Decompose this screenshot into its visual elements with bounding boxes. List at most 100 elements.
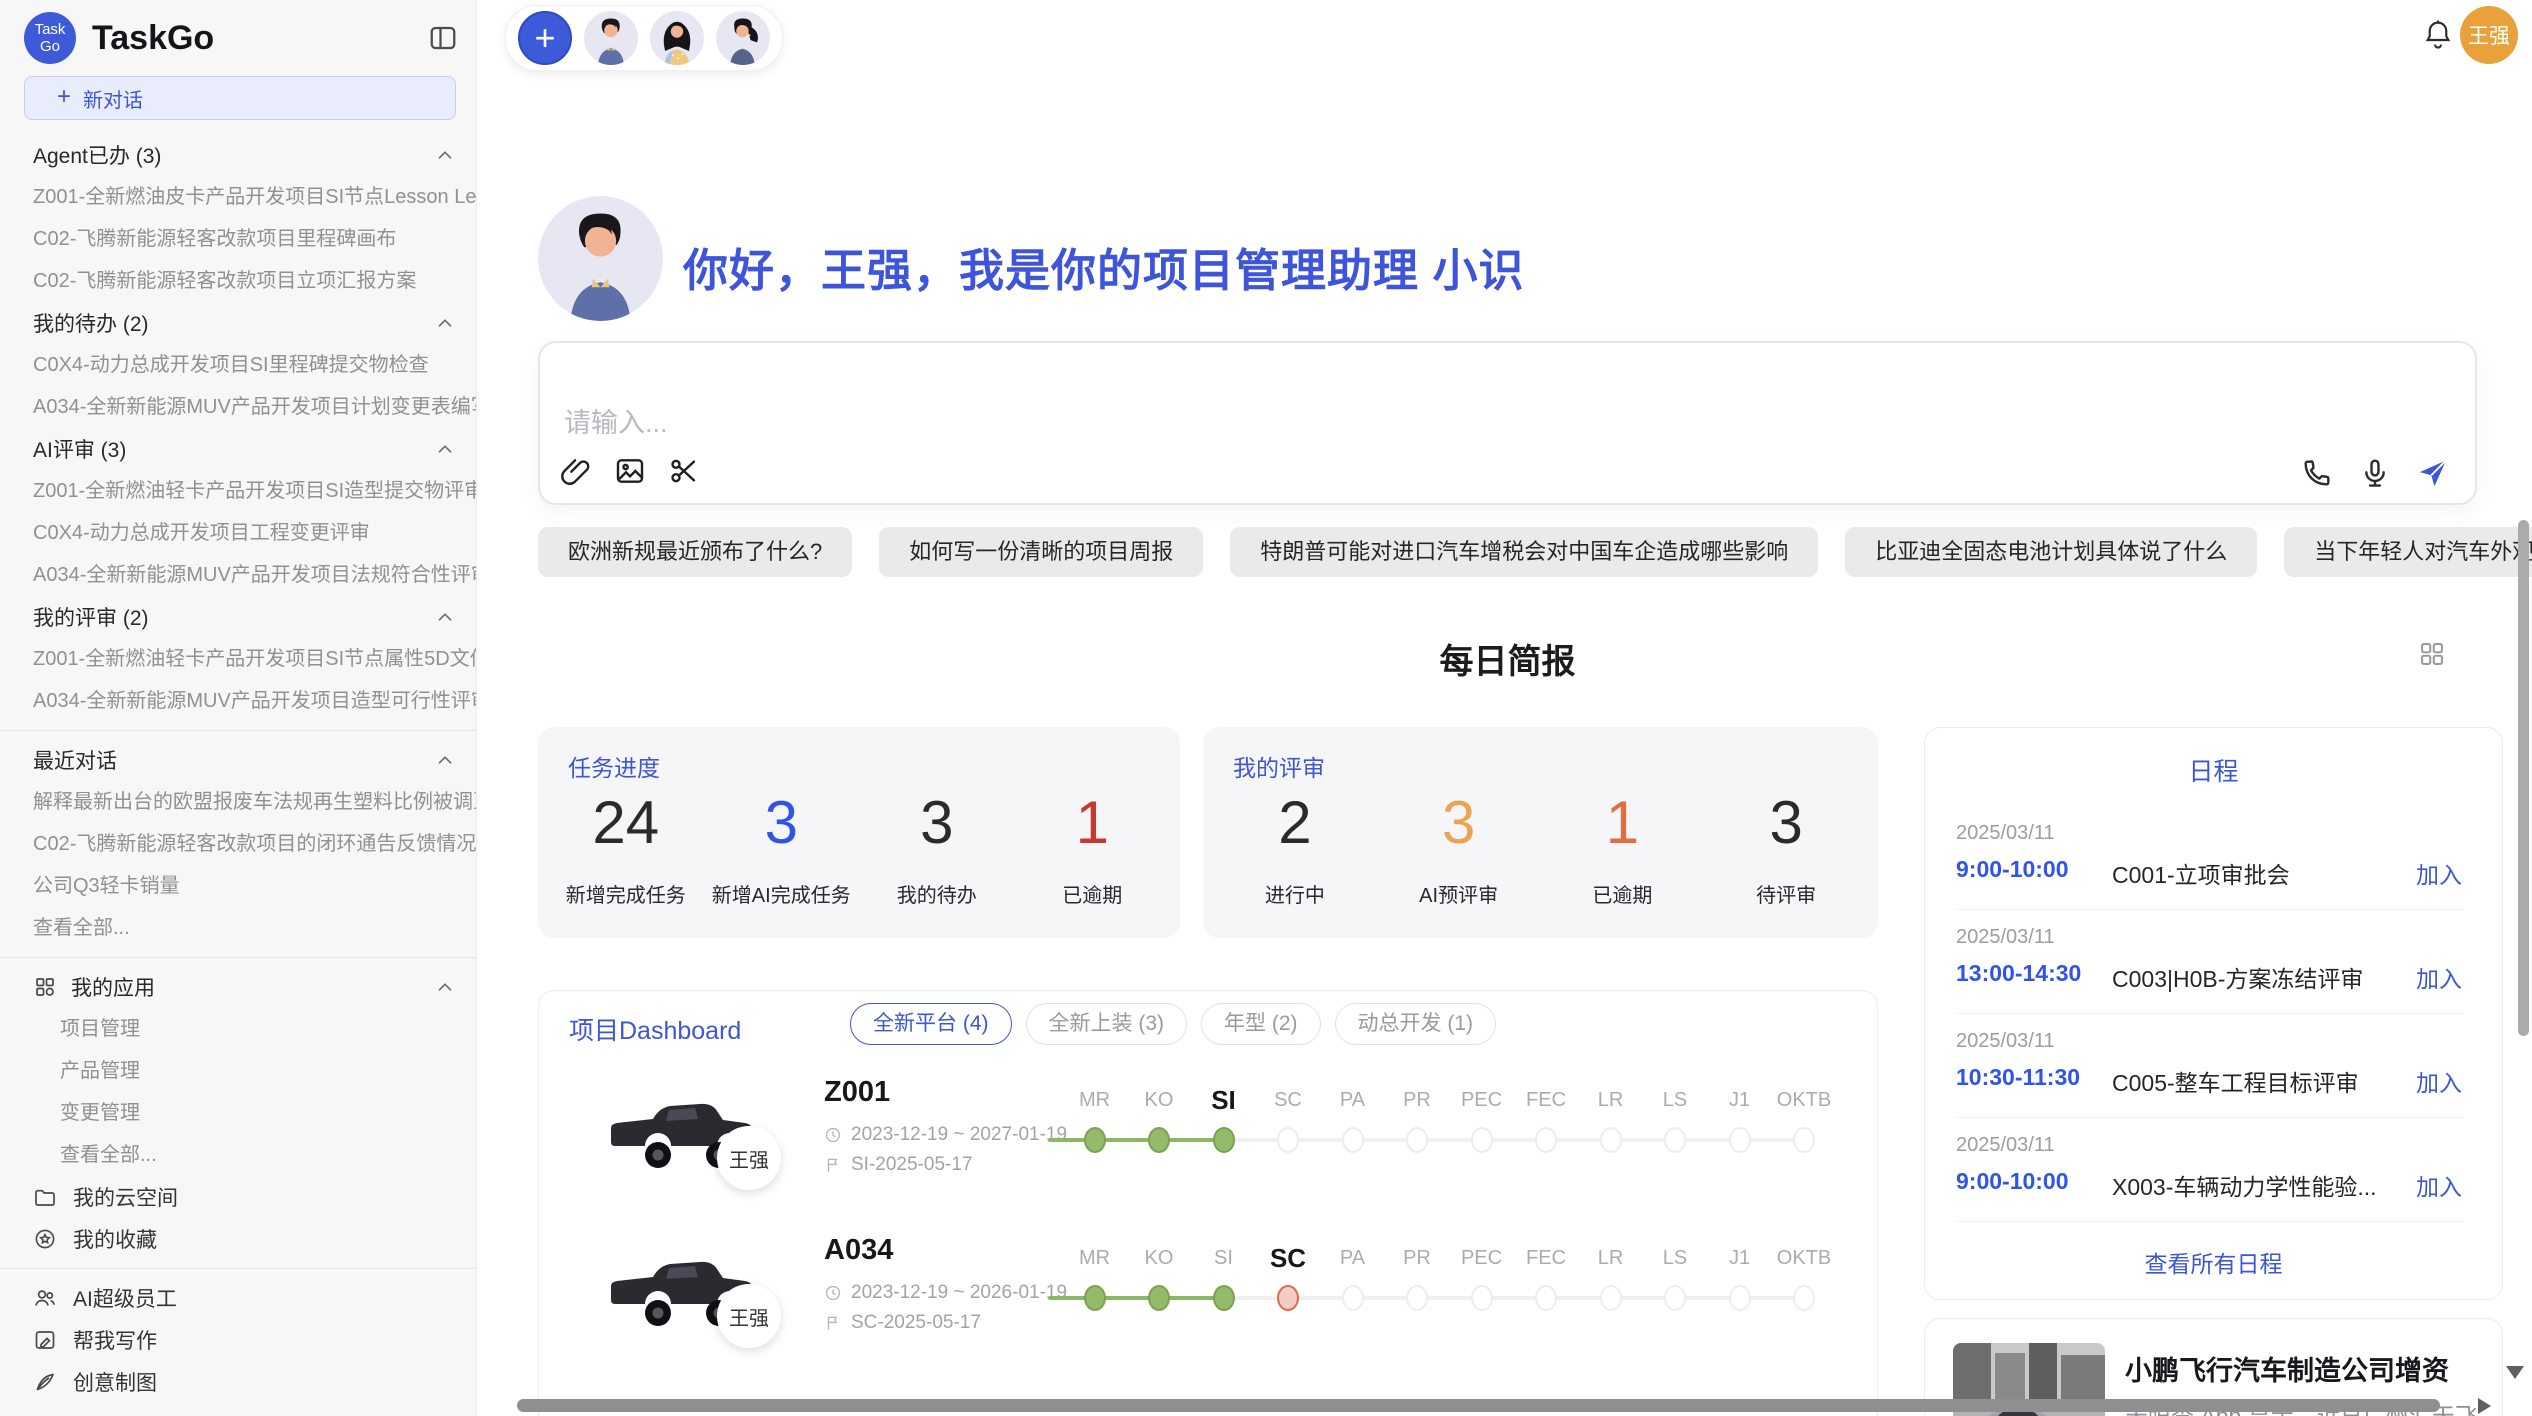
schedule-entry[interactable]: 2025/03/1113:00-14:30C003|H0B-方案冻结评审加入 xyxy=(1956,910,2462,1014)
sidebar-item[interactable]: A034-全新新能源MUV产品开发项目造型可行性评审 xyxy=(0,680,476,722)
milestone[interactable]: MR xyxy=(1062,1234,1127,1274)
milestone[interactable]: PR xyxy=(1385,1234,1450,1274)
suggestion-chip[interactable]: 比亚迪全固态电池计划具体说了什么 xyxy=(1845,527,2257,577)
sidebar-item[interactable]: A034-全新新能源MUV产品开发项目计划变更表编写 xyxy=(0,386,476,428)
milestone[interactable]: LS xyxy=(1643,1234,1708,1274)
sidebar-item[interactable]: C02-飞腾新能源轻客改款项目里程碑画布 xyxy=(0,218,476,260)
sidebar-section-my-todo[interactable]: 我的待办 (2) xyxy=(0,302,476,344)
chevron-up-icon[interactable] xyxy=(434,438,456,460)
sidebar-section-agent-done[interactable]: Agent已办 (3) xyxy=(0,134,476,176)
attachment-icon[interactable] xyxy=(560,455,592,487)
join-meeting-link[interactable]: 加入 xyxy=(2416,960,2462,994)
schedule-entry[interactable]: 2025/03/119:00-10:00C001-立项审批会加入 xyxy=(1956,806,2462,910)
conversation-avatar[interactable] xyxy=(584,11,638,65)
chevron-up-icon[interactable] xyxy=(434,606,456,628)
milestone[interactable]: KO xyxy=(1127,1076,1192,1116)
scroll-right-arrow-icon[interactable] xyxy=(2478,1398,2491,1414)
milestone[interactable]: OKTB xyxy=(1772,1076,1837,1116)
schedule-entry[interactable]: 2025/03/119:00-10:00X003-车辆动力学性能验...加入 xyxy=(1956,1118,2462,1222)
view-all-schedule-link[interactable]: 查看所有日程 xyxy=(1925,1245,2502,1279)
sidebar-item[interactable]: 解释最新出台的欧盟报废车法规再生塑料比例被调至15%... xyxy=(0,781,476,823)
milestone[interactable]: SC xyxy=(1256,1234,1321,1274)
sidebar-item[interactable]: Z001-全新燃油轻卡产品开发项目SI节点属性5D文件评审 xyxy=(0,638,476,680)
sidebar-section-recent[interactable]: 最近对话 xyxy=(0,739,476,781)
sidebar-link-users[interactable]: AI超级员工 xyxy=(0,1277,476,1319)
sidebar-section-my-review[interactable]: 我的评审 (2) xyxy=(0,596,476,638)
send-icon[interactable] xyxy=(2417,457,2449,489)
chevron-up-icon[interactable] xyxy=(434,312,456,334)
sidebar-item[interactable]: 查看全部... xyxy=(0,907,476,949)
sidebar-item[interactable]: C0X4-动力总成开发项目SI里程碑提交物检查 xyxy=(0,344,476,386)
suggestion-chip[interactable]: 欧洲新规最近颁布了什么? xyxy=(538,527,852,577)
suggestion-chip[interactable]: 特朗普可能对进口汽车增税会对中国车企造成哪些影响 xyxy=(1230,527,1818,577)
chevron-up-icon[interactable] xyxy=(434,144,456,166)
project-date-range: 2023-12-19 ~ 2027-01-19 xyxy=(851,1124,1067,1146)
milestone[interactable]: PEC xyxy=(1449,1076,1514,1116)
milestone[interactable]: SI xyxy=(1191,1076,1256,1116)
sidebar-item[interactable]: 公司Q3轻卡销量 xyxy=(0,865,476,907)
schedule-entry[interactable]: 2025/03/1110:30-11:30C005-整车工程目标评审加入 xyxy=(1956,1014,2462,1118)
sidebar-item[interactable]: Z001-全新燃油皮卡产品开发项目SI节点Lesson Learn报告 xyxy=(0,176,476,218)
mic-icon[interactable] xyxy=(2359,457,2391,489)
dashboard-tab[interactable]: 动总开发 (1) xyxy=(1335,1003,1497,1045)
add-conversation-button[interactable]: + xyxy=(518,11,572,65)
conversation-avatar[interactable] xyxy=(650,11,704,65)
suggestion-chip[interactable]: 如何写一份清晰的项目周报 xyxy=(879,527,1203,577)
sidebar-item[interactable]: C02-飞腾新能源轻客改款项目立项汇报方案 xyxy=(0,260,476,302)
sidebar-section-ai-review[interactable]: AI评审 (3) xyxy=(0,428,476,470)
chat-input-box[interactable]: 请输入... xyxy=(538,341,2477,505)
milestone[interactable]: PA xyxy=(1320,1076,1385,1116)
milestone[interactable]: LR xyxy=(1578,1076,1643,1116)
milestone[interactable]: J1 xyxy=(1707,1076,1772,1116)
user-avatar[interactable]: 王强 xyxy=(2460,6,2518,64)
sidebar-link-star[interactable]: 我的收藏 xyxy=(0,1218,476,1260)
milestone[interactable]: PEC xyxy=(1449,1234,1514,1274)
sidebar-item[interactable]: 项目管理 xyxy=(0,1008,476,1050)
sidebar-link-folder[interactable]: 我的云空间 xyxy=(0,1176,476,1218)
sidebar-item[interactable]: A034-全新新能源MUV产品开发项目法规符合性评审 xyxy=(0,554,476,596)
sidebar-link-write[interactable]: 帮我写作 xyxy=(0,1319,476,1361)
sidebar-item[interactable]: Z001-全新燃油轻卡产品开发项目SI造型提交物评审 xyxy=(0,470,476,512)
chevron-up-icon[interactable] xyxy=(434,749,456,771)
sidebar-item[interactable]: 产品管理 xyxy=(0,1050,476,1092)
dashboard-tab[interactable]: 全新上装 (3) xyxy=(1026,1003,1188,1045)
sidebar-link-pen[interactable]: 创意制图 xyxy=(0,1361,476,1403)
scissors-icon[interactable] xyxy=(668,455,700,487)
join-meeting-link[interactable]: 加入 xyxy=(2416,856,2462,890)
milestone[interactable]: FEC xyxy=(1514,1234,1579,1274)
milestone[interactable]: FEC xyxy=(1514,1076,1579,1116)
project-row[interactable]: 王强A0342023-12-19 ~ 2026-01-19SC-2025-05-… xyxy=(539,1234,1877,1392)
chevron-up-icon[interactable] xyxy=(434,976,456,998)
milestone[interactable]: SC xyxy=(1256,1076,1321,1116)
join-meeting-link[interactable]: 加入 xyxy=(2416,1168,2462,1202)
sidebar-section-my-apps[interactable]: 我的应用 xyxy=(0,966,476,1008)
sidebar-item[interactable]: 查看全部... xyxy=(0,1134,476,1176)
dashboard-tab[interactable]: 年型 (2) xyxy=(1201,1003,1321,1045)
collapse-sidebar-icon[interactable] xyxy=(428,23,458,53)
dashboard-tab[interactable]: 全新平台 (4) xyxy=(850,1003,1012,1045)
image-icon[interactable] xyxy=(614,455,646,487)
milestone[interactable]: OKTB xyxy=(1772,1234,1837,1274)
phone-icon[interactable] xyxy=(2301,457,2333,489)
milestone[interactable]: MR xyxy=(1062,1076,1127,1116)
conversation-avatar[interactable] xyxy=(716,11,770,65)
milestone[interactable]: LR xyxy=(1578,1234,1643,1274)
sidebar-item[interactable]: C0X4-动力总成开发项目工程变更评审 xyxy=(0,512,476,554)
notification-bell-icon[interactable] xyxy=(2422,18,2454,54)
suggestion-chip[interactable]: 当下年轻人对汽车外观有怎样的喜好趋势 xyxy=(2284,527,2532,577)
layout-grid-icon[interactable] xyxy=(2418,640,2446,668)
sidebar-item[interactable]: 变更管理 xyxy=(0,1092,476,1134)
milestone[interactable]: PR xyxy=(1385,1076,1450,1116)
project-row[interactable]: 王强Z0012023-12-19 ~ 2027-01-19SI-2025-05-… xyxy=(539,1076,1877,1234)
milestone[interactable]: LS xyxy=(1643,1076,1708,1116)
milestone[interactable]: SI xyxy=(1191,1234,1256,1274)
horizontal-scrollbar[interactable] xyxy=(517,1399,2440,1412)
new-chat-button[interactable]: + 新对话 xyxy=(24,76,456,120)
join-meeting-link[interactable]: 加入 xyxy=(2416,1064,2462,1098)
scroll-down-arrow-icon[interactable] xyxy=(2506,1366,2524,1379)
milestone[interactable]: PA xyxy=(1320,1234,1385,1274)
milestone[interactable]: KO xyxy=(1127,1234,1192,1274)
milestone[interactable]: J1 xyxy=(1707,1234,1772,1274)
sidebar-item[interactable]: C02-飞腾新能源轻客改款项目的闭环通告反馈情况 xyxy=(0,823,476,865)
vertical-scrollbar[interactable] xyxy=(2518,520,2529,1036)
